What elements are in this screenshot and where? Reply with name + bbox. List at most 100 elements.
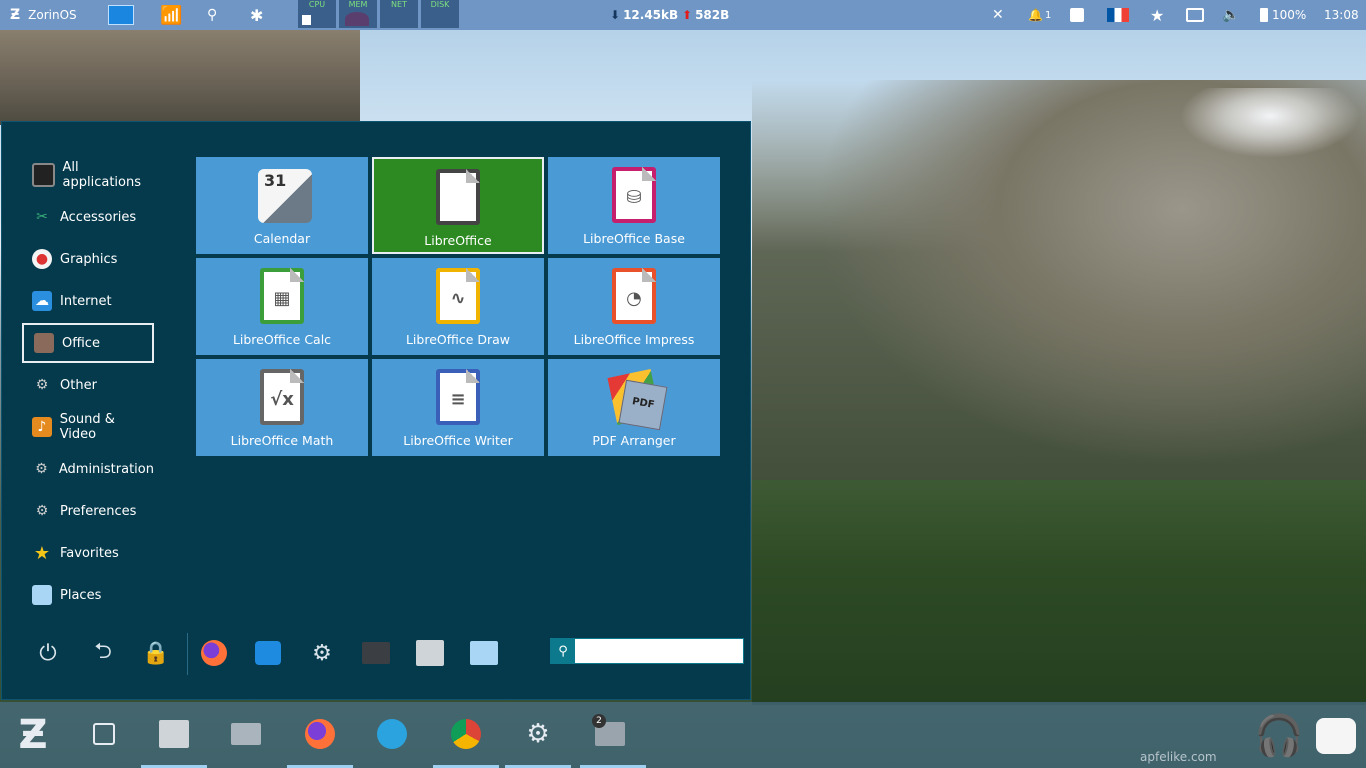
app-tile-libreoffice[interactable]: LibreOffice [372,157,544,254]
firefox-icon[interactable] [198,637,230,669]
display-icon [1186,8,1204,22]
favorites-indicator[interactable]: ★ [1150,0,1164,30]
category-label: Internet [60,293,112,309]
category-other[interactable]: ⚙ Other [22,365,154,405]
keyboard-layout-indicator[interactable] [1107,0,1129,30]
folder-icon [32,585,52,605]
disk-monitor[interactable]: DISK [421,0,459,28]
category-label: Accessories [60,209,137,225]
libreoffice-draw-icon: ∿ [432,268,484,326]
libreoffice-icon [432,169,484,227]
lock-icon[interactable]: 🔒 [140,637,172,669]
bell-icon: 🔔 [1028,8,1043,22]
antenna-icon: 📶 [160,4,183,26]
category-office[interactable]: Office [22,323,154,363]
category-preferences[interactable]: ⚙ Preferences [22,491,154,531]
bluetooth-indicator[interactable]: ✱ [250,0,263,30]
screenshot-icon[interactable] [228,716,264,752]
category-label: Other [60,377,97,393]
disk-label: DISK [430,0,450,9]
gear-icon: ⚙ [35,377,49,393]
settings-icon[interactable]: ⚙ [306,637,338,669]
app-tile-libreoffice-impress[interactable]: ◔ LibreOffice Impress [548,258,720,355]
files-icon[interactable] [414,637,446,669]
category-places[interactable]: Places [22,575,154,615]
app-tile-libreoffice-draw[interactable]: ∿ LibreOffice Draw [372,258,544,355]
mem-monitor[interactable]: MEM [339,0,377,28]
download-value: 12.45kB [623,8,679,22]
category-accessories[interactable]: ✂ Accessories [22,197,154,237]
chrome-icon[interactable] [448,716,484,752]
location-indicator[interactable]: ⚲ [207,0,217,30]
app-label: LibreOffice Math [230,433,334,448]
music-icon: ♪ [32,417,52,437]
volume-icon: 🔈 [1222,7,1240,23]
display-indicator[interactable] [1186,0,1204,30]
french-flag-icon [1107,8,1129,22]
settings-icon[interactable]: ⚙ [520,716,556,752]
category-favorites[interactable]: ★ Favorites [22,533,154,573]
search-box[interactable]: ⚲ [550,638,744,664]
app-tile-libreoffice-base[interactable]: ⛁ LibreOffice Base [548,157,720,254]
clock[interactable]: 13:08 [1324,0,1359,30]
category-label: Sound & Video [59,412,115,442]
category-internet[interactable]: ☁ Internet [22,281,154,321]
trash-icon[interactable] [1312,712,1360,760]
pdf-arranger-icon: PDF [607,368,668,431]
keyboard-layout-icon[interactable] [86,716,122,752]
libreoffice-calc-icon: ▦ [256,268,308,326]
upload-value: 582B [695,8,730,22]
app-tile-libreoffice-math[interactable]: √x LibreOffice Math [196,359,368,456]
clipboard-indicator[interactable] [1070,0,1084,30]
logout-icon[interactable]: ⮌ [87,637,119,669]
net-monitor[interactable]: NET [380,0,418,28]
notifications-indicator[interactable]: 🔔 1 [1028,0,1051,30]
show-desktop-button[interactable] [108,0,134,30]
close-icon: ✕ [992,7,1004,23]
category-label: Places [60,587,102,603]
category-graphics[interactable]: ● Graphics [22,239,154,279]
distro-label: ZorinOS [28,8,77,22]
battery-indicator[interactable]: 100% [1260,0,1306,30]
category-administration[interactable]: ⚙ Administration [22,449,154,489]
net-label: NET [391,0,407,9]
app-label: LibreOffice Writer [403,433,513,448]
category-sound-video[interactable]: ♪ Sound & Video [22,407,154,447]
search-input[interactable] [581,639,735,663]
calendar-day: 31 [264,171,287,190]
app-tile-pdf-arranger[interactable]: PDF PDF Arranger [548,359,720,456]
category-all-applications[interactable]: All applications [22,155,154,195]
watermark: apfelike.com [1140,750,1217,764]
zorin-menu-icon[interactable]: Ƶ [8,712,58,758]
folder-icon[interactable] [468,637,500,669]
app-label: PDF Arranger [592,433,676,448]
app-label: LibreOffice Draw [405,332,511,347]
volume-indicator[interactable]: 🔈 [1222,0,1239,30]
network-indicator[interactable]: 📶 [160,0,182,30]
libreoffice-writer-icon: ≡ [432,369,484,427]
app-label: LibreOffice Impress [573,332,695,347]
cpu-label: CPU [308,0,326,9]
app-tile-libreoffice-writer[interactable]: ≡ LibreOffice Writer [372,359,544,456]
cloud-icon: ☁ [32,291,52,311]
cpu-monitor[interactable]: CPU [298,0,336,28]
files-icon[interactable] [156,716,192,752]
firefox-icon[interactable] [302,716,338,752]
app-tile-calendar[interactable]: 31 Calendar [196,157,368,254]
app-label: LibreOffice [424,233,492,248]
category-label: Administration [58,461,154,477]
close-indicator[interactable]: ✕ [992,0,1004,30]
telegram-icon[interactable] [374,716,410,752]
clipboard-icon [1070,8,1084,22]
star-icon: ★ [1150,5,1165,25]
window-group-icon[interactable]: 2 [592,714,628,752]
power-icon[interactable]: ⏻ [32,637,64,669]
notification-count: 1 [1044,9,1052,21]
headphones-icon[interactable]: 🎧 [1254,710,1304,760]
zorin-os-button[interactable]: Ƶ ZorinOS [10,0,77,30]
app-tile-libreoffice-calc[interactable]: ▦ LibreOffice Calc [196,258,368,355]
search-icon: ⚲ [551,639,575,663]
software-store-icon[interactable] [252,637,284,669]
terminal-icon[interactable] [360,637,392,669]
libreoffice-base-icon: ⛁ [608,167,660,225]
